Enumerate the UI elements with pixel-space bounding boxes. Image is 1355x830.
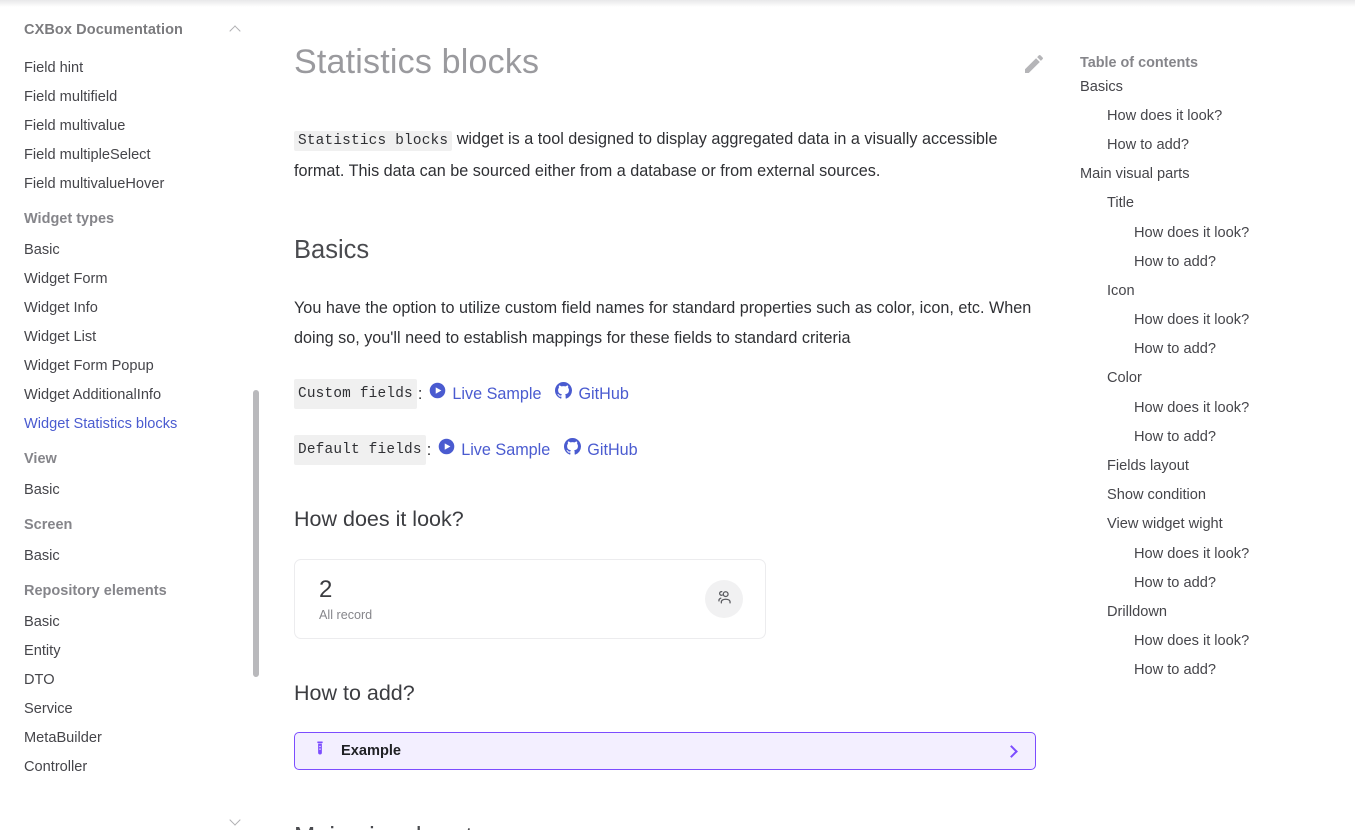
page-header: Statistics blocks (294, 40, 1046, 84)
sidebar-item-widget-additionalinfo[interactable]: Widget AdditionalInfo (0, 380, 262, 409)
toc-item[interactable]: How to add? (1080, 422, 1355, 451)
toc-item[interactable]: Drilldown (1080, 597, 1355, 626)
sidebar-item-field-hint[interactable]: Field hint (0, 53, 262, 82)
sidebar-item-entity[interactable]: Entity (0, 636, 262, 665)
sidebar-item-widget-form[interactable]: Widget Form (0, 264, 262, 293)
sidebar-group-label: View (24, 451, 57, 467)
sidebar-item-basic[interactable]: Basic (0, 607, 262, 636)
sidebar-group-label: Widget types (24, 211, 115, 227)
chevron-down-icon[interactable] (230, 815, 242, 827)
stat-text-group: 2 All record (319, 576, 372, 623)
toc-title: Table of contents (1080, 55, 1199, 71)
default-live-sample-label: Live Sample (461, 441, 551, 459)
play-circle-icon (438, 437, 455, 463)
chevron-up-icon[interactable] (230, 24, 242, 36)
github-icon (555, 381, 573, 407)
page-title: Statistics blocks (294, 43, 540, 81)
custom-fields-code: Custom fields (294, 379, 417, 409)
sidebar-item-metabuilder[interactable]: MetaBuilder (0, 723, 262, 752)
sidebar-scrollbar[interactable] (253, 390, 259, 677)
sidebar-list: Field hint Field multifield Field multival… (0, 53, 262, 781)
default-fields-colon: : (426, 441, 432, 459)
toc-item[interactable]: How to add? (1080, 568, 1355, 597)
toc-item[interactable]: How to add? (1080, 130, 1355, 159)
sidebar-item-service[interactable]: Service (0, 694, 262, 723)
custom-fields-colon: : (417, 385, 423, 403)
sidebar-item-basic[interactable]: Basic (0, 541, 262, 570)
toc-item[interactable]: How does it look? (1080, 306, 1355, 335)
stat-icon-circle (705, 580, 743, 618)
basics-paragraph: You have the option to utilize custom fi… (294, 299, 1032, 347)
toc-item[interactable]: How does it look? (1080, 101, 1355, 130)
statistics-block-card: 2 All record (294, 559, 766, 639)
test-tube-icon (312, 740, 328, 762)
chevron-right-icon[interactable] (1005, 744, 1019, 758)
custom-live-sample-label: Live Sample (452, 385, 542, 403)
toc-item[interactable]: Fields layout (1080, 451, 1355, 480)
toc-item[interactable]: How does it look? (1080, 393, 1355, 422)
admonition-left-group: Example (312, 740, 401, 762)
header-shadow-strip (0, 0, 1355, 7)
toc-item[interactable]: How does it look? (1080, 627, 1355, 656)
toc-item[interactable]: Icon (1080, 276, 1355, 305)
example-admonition[interactable]: Example (294, 732, 1036, 770)
admonition-label: Example (341, 743, 402, 759)
field-line-default: Default fields : Live Sample GitHub (294, 435, 1046, 465)
toc-item[interactable]: Title (1080, 189, 1355, 218)
main-content: Statistics blocks Statistics blocks widg… (294, 7, 1046, 830)
sidebar-item-field-multivalue[interactable]: Field multivalue (0, 111, 262, 140)
toc-item[interactable]: How to add? (1080, 335, 1355, 364)
sidebar-group-label: Screen (24, 517, 73, 533)
sidebar-item-field-multivaluehover[interactable]: Field multivalueHover (0, 169, 262, 198)
sidebar-item-basic[interactable]: Basic (0, 475, 262, 504)
sidebar-item-widget-list[interactable]: Widget List (0, 322, 262, 351)
stat-value: 2 (319, 575, 333, 603)
sidebar-item-widget-form-popup[interactable]: Widget Form Popup (0, 351, 262, 380)
toc-item[interactable]: How does it look? (1080, 218, 1355, 247)
field-line-custom: Custom fields : Live Sample GitHub (294, 379, 1046, 409)
sidebar-group-label: Repository elements (24, 583, 167, 599)
toc-item[interactable]: View widget wight (1080, 510, 1355, 539)
sidebar-item-widget-statistics-blocks[interactable]: Widget Statistics blocks (0, 409, 262, 438)
sidebar-item-field-multipleselect[interactable]: Field multipleSelect (0, 140, 262, 169)
documentation-page: CXBox Documentation Field hint Field mult… (0, 0, 1355, 830)
intro-inline-code: Statistics blocks (294, 131, 453, 151)
custom-live-sample-link[interactable]: Live Sample (429, 381, 541, 407)
team-icon (715, 587, 734, 611)
toc-item[interactable]: Show condition (1080, 481, 1355, 510)
custom-github-link[interactable]: GitHub (555, 381, 629, 407)
section-heading-main-visual-parts: Main visual parts (294, 820, 1046, 830)
sidebar-navigation: CXBox Documentation Field hint Field mult… (0, 7, 262, 830)
sidebar-item-controller[interactable]: Controller (0, 752, 262, 781)
default-fields-code: Default fields (294, 435, 426, 465)
toc-item[interactable]: Basics (1080, 72, 1355, 101)
toc-item[interactable]: Color (1080, 364, 1355, 393)
sidebar-footer (0, 815, 262, 827)
section-heading-basics: Basics (294, 236, 370, 264)
sidebar-item-field-multifield[interactable]: Field multifield (0, 82, 262, 111)
default-github-label: GitHub (587, 441, 638, 459)
toc-item[interactable]: How to add? (1080, 656, 1355, 685)
toc-list: Basics How does it look? How to add? Main v… (1080, 72, 1355, 685)
github-icon (564, 437, 582, 463)
toc-item[interactable]: Main visual parts (1080, 160, 1355, 189)
stat-label: All record (319, 607, 373, 622)
toc-item[interactable]: How to add? (1080, 247, 1355, 276)
toc-item[interactable]: How does it look? (1080, 539, 1355, 568)
sidebar-title: CXBox Documentation (24, 22, 183, 38)
sidebar-item-dto[interactable]: DTO (0, 665, 262, 694)
table-of-contents: Table of contents Basics How does it look… (1080, 7, 1355, 685)
pencil-icon[interactable] (1022, 52, 1046, 76)
sidebar-header: CXBox Documentation (0, 7, 262, 53)
default-github-link[interactable]: GitHub (564, 437, 638, 463)
play-circle-icon (429, 381, 446, 407)
intro-paragraph: Statistics blocks widget is a tool desig… (294, 124, 1046, 186)
heading-how-does-it-look: How does it look? (294, 507, 464, 531)
sidebar-item-basic[interactable]: Basic (0, 235, 262, 264)
heading-how-to-add: How to add? (294, 681, 415, 705)
sidebar-item-widget-info[interactable]: Widget Info (0, 293, 262, 322)
custom-github-label: GitHub (578, 385, 629, 403)
default-live-sample-link[interactable]: Live Sample (438, 437, 550, 463)
